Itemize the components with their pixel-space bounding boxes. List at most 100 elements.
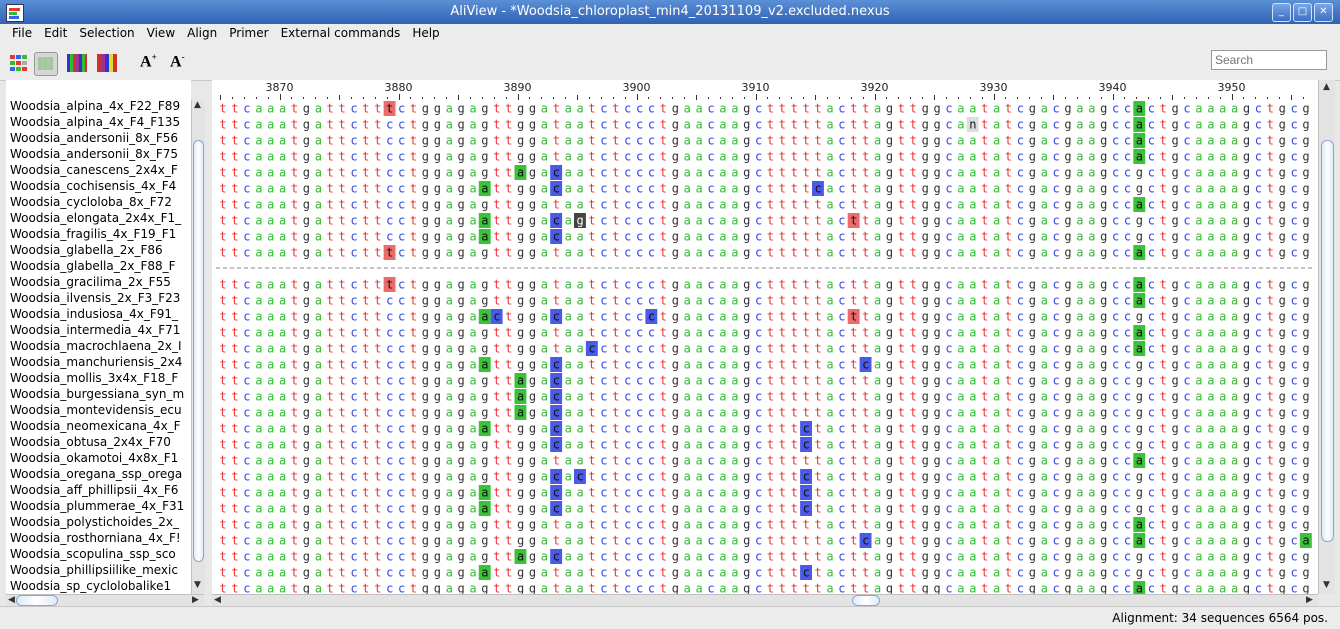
base: c [1053, 454, 1060, 468]
sequence-row[interactable]: ttcaaatgattcttcctggagagttggataacctccctga… [220, 341, 1310, 356]
sequence-name[interactable]: Woodsia_phillipsiilike_mexic [10, 562, 178, 578]
sequence-name[interactable]: Woodsia_okamotoi_4x8x_F1 [10, 450, 178, 466]
sequence-name[interactable]: Woodsia_andersonii_8x_F56 [10, 130, 178, 146]
names-scroll-thumb[interactable] [193, 140, 204, 562]
sequence-name[interactable]: Woodsia_canescens_2x4x_F [10, 162, 178, 178]
menu-help[interactable]: Help [406, 24, 445, 40]
sequence-row[interactable]: ttcaaatgattcttcctggagagttggataatctccctga… [220, 149, 1310, 164]
sequence-name[interactable]: Woodsia_ilvensis_2x_F3_F23 [10, 290, 180, 306]
alignment-view[interactable]: 3870 3880 3890 3900 3910 3920 3930 3940 3950 ttc… [212, 80, 1318, 594]
sequence-name[interactable]: Woodsia_alpina_4x_F22_F89 [10, 98, 180, 114]
scroll-right-arrow-icon[interactable]: ▶ [192, 595, 199, 605]
base: c [624, 422, 631, 436]
scroll-down-arrow-icon[interactable]: ▼ [194, 580, 201, 590]
scroll-up-arrow-icon[interactable]: ▲ [194, 100, 201, 110]
sequence-row[interactable]: ttcaaatgattcttcctggagagttggacaatctccctga… [220, 437, 1310, 452]
sequence-name[interactable]: Woodsia_intermedia_4x_F71 [10, 322, 180, 338]
menu-file[interactable]: File [0, 24, 38, 40]
sequence-name[interactable]: Woodsia_fragilis_4x_F19_F1 [10, 226, 176, 242]
sequence-name[interactable]: Woodsia_gracilima_2x_F55 [10, 274, 171, 290]
sequence-row[interactable]: ttcaaatgattcttcctggagagttagacaatctccctga… [220, 389, 1310, 404]
alignment-hscroll-thumb[interactable] [852, 595, 880, 606]
sequence-names-list[interactable]: Woodsia_alpina_4x_F22_F89 Woodsia_alpina_… [6, 80, 191, 594]
scroll-up-arrow-icon[interactable]: ▲ [1323, 82, 1330, 92]
sequence-name[interactable]: Woodsia_glabella_2x_F88_F [10, 258, 176, 274]
base: g [1029, 438, 1036, 452]
sequence-name[interactable]: Woodsia_glabella_2x_F86 [10, 242, 163, 258]
sequence-row[interactable]: ttcaaatgattcttcctggagaattggacagtctccctga… [220, 213, 1310, 228]
sequence-row[interactable]: ttcaaatgattcttcctggagagttggataatctccctga… [220, 581, 1310, 594]
sequence-name[interactable]: Woodsia_plummerae_4x_F31 [10, 498, 184, 514]
names-vertical-scrollbar[interactable]: ▲ ▼ [191, 100, 205, 594]
menu-selection[interactable]: Selection [73, 24, 140, 40]
sequence-row[interactable]: ttcaaatgattcttcctggagagttggacactctccctga… [220, 469, 1310, 484]
sequence-name[interactable]: Woodsia_cycloloba_8x_F72 [10, 194, 172, 210]
increase-font-icon[interactable]: A+ [140, 52, 162, 74]
sequence-row[interactable]: ttcaaatgattctttctggagagttggataatctccctga… [220, 101, 1310, 116]
base: t [1005, 342, 1012, 356]
sequence-name[interactable]: Woodsia_elongata_2x4x_F1_ [10, 210, 181, 226]
menu-align[interactable]: Align [181, 24, 223, 40]
sequence-name[interactable]: Woodsia_indusiosa_4x_F91_ [10, 306, 178, 322]
sequence-row[interactable]: ttcaaatgattcttcctggagagttagacaatctccctga… [220, 373, 1310, 388]
sequence-row[interactable]: ttcaaatgattcttcctggagaattggacaatctccctga… [220, 485, 1310, 500]
sequence-row[interactable]: ttcaaatgattcttcctggagagttggataatctccctga… [220, 197, 1310, 212]
sequence-row[interactable]: ttcaaatgattcttcctggagagttggataatctccctga… [220, 293, 1310, 308]
sequence-row[interactable]: ttcaaatgattcttcctggagagttagacaatctccctga… [220, 165, 1310, 180]
sequence-name[interactable]: Woodsia_alpina_4x_F4_F135 [10, 114, 180, 130]
alignment-sequences[interactable]: ttcaaatgattctttctggagagttggataatctccctga… [212, 80, 1318, 594]
sequence-row[interactable]: ttcaaatgattcttcctggagaattggataatctccctga… [220, 565, 1310, 580]
menu-view[interactable]: View [141, 24, 181, 40]
sequence-name[interactable]: Woodsia_sp_cyclolobalike1 [10, 578, 171, 594]
decrease-font-icon[interactable]: A- [170, 52, 192, 74]
sequence-row[interactable]: ttcaaatgattcttcctggagagttggataatctccctga… [220, 533, 1312, 548]
sequence-name[interactable]: Woodsia_rosthorniana_4x_F! [10, 530, 181, 546]
sequence-row[interactable]: ttcaaatgattcttcctggagagttggataatctccctga… [220, 133, 1310, 148]
sequence-name[interactable]: Woodsia_oregana_ssp_orega [10, 466, 182, 482]
sequence-row[interactable]: ttcaaatgattcttcctggagaattggacaatctccctga… [220, 501, 1310, 516]
sequence-name[interactable]: Woodsia_burgessiana_syn_m [10, 386, 184, 402]
color-scheme-icon[interactable] [8, 52, 30, 74]
sequence-row[interactable]: ttcaaatgattcttcctggagagttggataatctccctga… [220, 117, 1310, 132]
minimize-button[interactable]: _ [1272, 3, 1291, 22]
scroll-left-arrow-icon[interactable]: ◀ [214, 595, 221, 605]
sequence-row[interactable]: ttcaaatgattctttctggagagttggataatctccctga… [220, 245, 1310, 260]
sequence-name[interactable]: Woodsia_manchuriensis_2x4 [10, 354, 182, 370]
sequence-row[interactable]: ttcaaatgattcttcctggagagttggataatctccctga… [220, 453, 1310, 468]
codon-color-icon[interactable] [96, 52, 118, 74]
menu-edit[interactable]: Edit [38, 24, 73, 40]
alignment-scroll-thumb[interactable] [1321, 140, 1334, 542]
sequence-name[interactable]: Woodsia_obtusa_2x4x_F70 [10, 434, 171, 450]
sequence-name[interactable]: Woodsia_polystichoides_2x_ [10, 514, 179, 530]
sequence-row[interactable]: ttcaaatgattcttcctggagaattggacaatctccctga… [220, 229, 1310, 244]
translate-icon[interactable] [66, 52, 88, 74]
close-button[interactable]: ✕ [1314, 3, 1333, 22]
sequence-name[interactable]: Woodsia_aff_phillipsii_4x_F6 [10, 482, 178, 498]
highlight-consensus-icon[interactable] [34, 52, 58, 76]
scroll-left-arrow-icon[interactable]: ◀ [8, 595, 15, 605]
sequence-row[interactable]: ttcaaatgattcttcctggagaattggacaatctccctga… [220, 357, 1310, 372]
scroll-down-arrow-icon[interactable]: ▼ [1323, 580, 1330, 590]
sequence-row[interactable]: ttcaaatgattcttcctggagagttagacaatctccctga… [220, 405, 1310, 420]
names-hscroll-thumb[interactable] [16, 595, 58, 606]
sequence-row[interactable]: ttcaaatgattcttcctggagagttggataatctccctga… [220, 517, 1310, 532]
sequence-row[interactable]: ttcaaatgattcttcctggagaattggacaatctccctga… [220, 421, 1310, 436]
sequence-name[interactable]: Woodsia_neomexicana_4x_F [10, 418, 181, 434]
sequence-row[interactable]: ttcaaatgattctttctggagagttggataatctccctga… [220, 277, 1310, 292]
scroll-right-arrow-icon[interactable]: ▶ [1306, 595, 1313, 605]
sequence-row[interactable]: ttcaaatgattcttcctggagagttagacaatctccctga… [220, 549, 1310, 564]
sequence-name[interactable]: Woodsia_scopulina_ssp_sco [10, 546, 176, 562]
sequence-name[interactable]: Woodsia_cochisensis_4x_F4 [10, 178, 176, 194]
sequence-name[interactable]: Woodsia_macrochlaena_2x_I [10, 338, 182, 354]
sequence-name[interactable]: Woodsia_montevidensis_ecu [10, 402, 182, 418]
search-input[interactable] [1211, 50, 1327, 70]
sequence-name[interactable]: Woodsia_andersonii_8x_F75 [10, 146, 178, 162]
sequence-row[interactable]: ttcaaatgattcttcctggagagttggataatctccctga… [220, 325, 1310, 340]
menu-primer[interactable]: Primer [223, 24, 274, 40]
menu-external-commands[interactable]: External commands [275, 24, 407, 40]
sequence-row[interactable]: ttcaaatgattcttcctggagaactggacaatctccctga… [220, 309, 1310, 324]
sequence-name[interactable]: Woodsia_mollis_3x4x_F18_F [10, 370, 178, 386]
maximize-button[interactable]: □ [1293, 3, 1312, 22]
sequence-row[interactable]: ttcaaatgattcttcctggagaattggacaatctccctga… [220, 181, 1310, 196]
alignment-vertical-scrollbar[interactable]: ▲ ▼ [1318, 80, 1335, 594]
